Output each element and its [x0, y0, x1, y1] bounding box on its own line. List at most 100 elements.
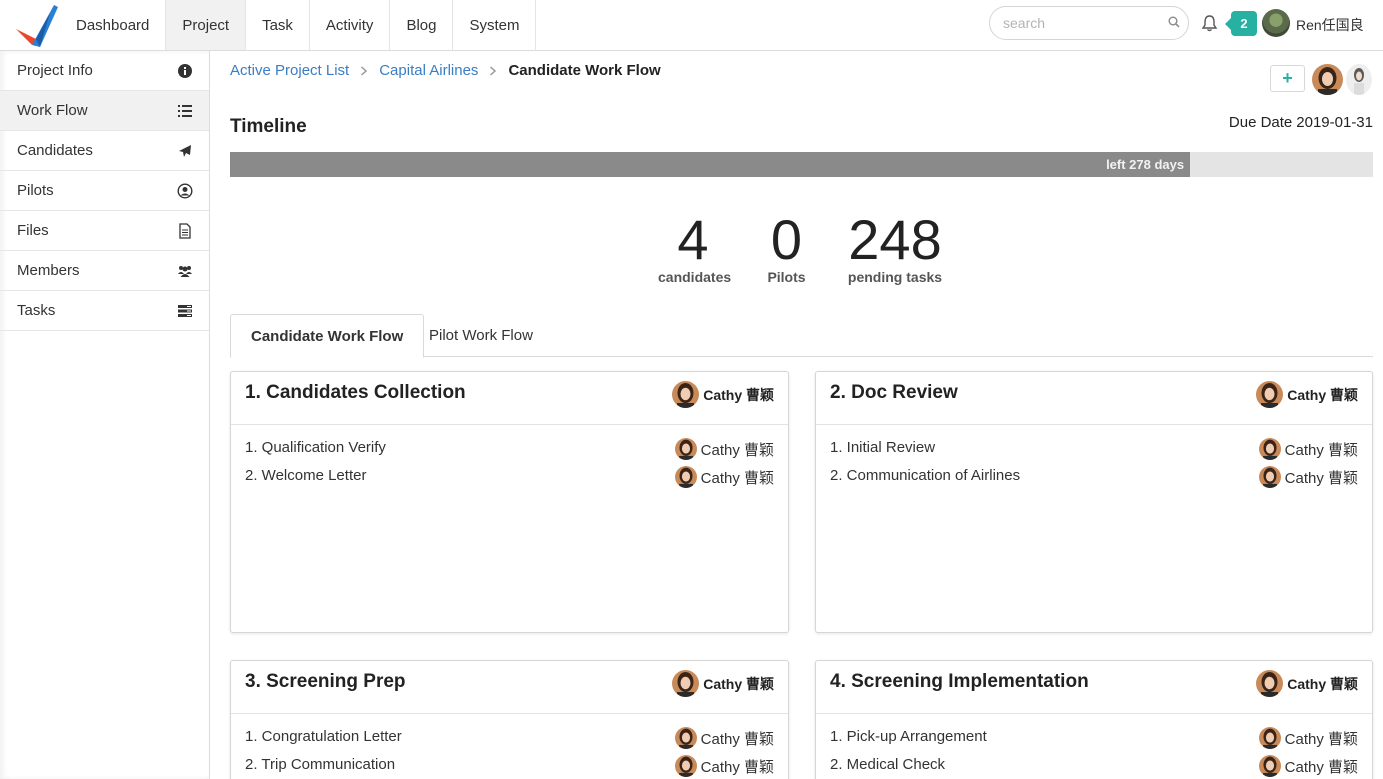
info-icon [178, 64, 192, 78]
nav-system[interactable]: System [453, 0, 537, 50]
task-label: 1. Congratulation Letter [245, 728, 402, 745]
owner-name: Cathy 曹颖 [1287, 386, 1358, 403]
avatar [1258, 438, 1281, 460]
card-title: 1. Candidates Collection [245, 382, 466, 403]
task-row[interactable]: 1. Congratulation Letter Cathy 曹颖 [231, 724, 788, 752]
sidebar-item-members[interactable]: Members [0, 251, 209, 291]
stat-value: 0 [770, 208, 803, 271]
tasks-icon [178, 305, 192, 317]
task-owner[interactable]: Cathy 曹颖 [1258, 438, 1358, 460]
breadcrumb-capital-airlines[interactable]: Capital Airlines [379, 62, 478, 79]
sidebar-item-label: Pilots [17, 182, 54, 199]
card-title: 3. Screening Prep [245, 671, 406, 692]
task-row[interactable]: 1. Pick-up Arrangement Cathy 曹颖 [816, 724, 1372, 752]
user-name[interactable]: Ren任国良 [1296, 15, 1364, 35]
avatar [1258, 466, 1281, 488]
card-owner[interactable]: Cathy 曹颖 [672, 670, 774, 697]
sidebar-item-label: Candidates [17, 142, 93, 159]
task-row[interactable]: 2. Communication of Airlines Cathy 曹颖 [816, 463, 1372, 491]
breadcrumb-current: Candidate Work Flow [508, 62, 661, 79]
task-row[interactable]: 2. Trip Communication Cathy 曹颖 [231, 752, 788, 779]
avatar [674, 466, 697, 488]
task-list: 1. Pick-up Arrangement Cathy 曹颖 2. Medic… [816, 714, 1372, 779]
member-avatar-image [1312, 64, 1343, 95]
workflow-card: 4. Screening Implementation Cathy 曹颖 1. … [815, 660, 1373, 779]
task-owner-name: Cathy 曹颖 [700, 730, 774, 748]
task-row[interactable]: 2. Medical Check Cathy 曹颖 [816, 752, 1372, 779]
nav-blog[interactable]: Blog [390, 0, 454, 50]
task-row[interactable]: 1. Initial Review Cathy 曹颖 [816, 435, 1372, 463]
nav-dashboard[interactable]: Dashboard [60, 0, 165, 50]
task-owner[interactable]: Cathy 曹颖 [1258, 755, 1358, 777]
task-owner[interactable]: Cathy 曹颖 [1258, 727, 1358, 749]
task-owner[interactable]: Cathy 曹颖 [1258, 466, 1358, 488]
add-member-button[interactable]: + [1270, 65, 1305, 92]
workflow-card: 3. Screening Prep Cathy 曹颖 1. Congratula… [230, 660, 789, 779]
chevron-right-icon [361, 65, 368, 76]
task-row[interactable]: 2. Welcome Letter Cathy 曹颖 [231, 463, 788, 491]
tab-pilot-work-flow[interactable]: Pilot Work Flow [409, 314, 553, 357]
nav-project[interactable]: Project [165, 0, 247, 50]
search-icon[interactable] [1168, 16, 1180, 28]
avatar [674, 727, 697, 749]
notification-badge[interactable]: 2 [1225, 11, 1257, 36]
avatar [672, 381, 700, 408]
task-owner-name: Cathy 曹颖 [1284, 441, 1358, 459]
sidebar: Project Info Work Flow Candidates Pilots… [0, 51, 210, 779]
airplane-icon [179, 145, 191, 157]
stat-label: Pilots [767, 269, 806, 285]
task-owner-name: Cathy 曹颖 [700, 758, 774, 776]
task-owner-name: Cathy 曹颖 [1284, 730, 1358, 748]
chevron-right-icon [490, 65, 497, 76]
task-label: 1. Qualification Verify [245, 439, 386, 456]
sidebar-item-label: Work Flow [17, 102, 88, 119]
stat-candidates: 4 candidates [658, 208, 731, 285]
task-row[interactable]: 1. Qualification Verify Cathy 曹颖 [231, 435, 788, 463]
avatar[interactable] [1312, 64, 1343, 95]
task-label: 1. Pick-up Arrangement [830, 728, 987, 745]
workflow-card: 1. Candidates Collection Cathy 曹颖 1. Qua… [230, 371, 789, 633]
card-owner[interactable]: Cathy 曹颖 [1256, 381, 1358, 408]
avatar[interactable] [1262, 9, 1290, 37]
nav-task[interactable]: Task [246, 0, 310, 50]
stat-pilots: 0 Pilots [758, 208, 815, 285]
due-date-value: 2019-01-31 [1296, 114, 1373, 131]
list-icon [178, 105, 192, 117]
timeline-title: Timeline [230, 116, 307, 137]
sidebar-item-work-flow[interactable]: Work Flow [0, 91, 209, 131]
sidebar-item-tasks[interactable]: Tasks [0, 291, 209, 331]
sidebar-item-files[interactable]: Files [0, 211, 209, 251]
sidebar-item-candidates[interactable]: Candidates [0, 131, 209, 171]
due-date: Due Date 2019-01-31 [1225, 114, 1373, 131]
logo-icon[interactable] [14, 3, 60, 47]
task-owner[interactable]: Cathy 曹颖 [674, 727, 774, 749]
sidebar-item-pilots[interactable]: Pilots [0, 171, 209, 211]
sidebar-item-label: Members [17, 262, 80, 279]
sidebar-item-label: Tasks [17, 302, 56, 319]
task-owner[interactable]: Cathy 曹颖 [674, 466, 774, 488]
main-nav: Dashboard Project Task Activity Blog Sys… [60, 0, 537, 50]
avatar[interactable] [1346, 64, 1372, 95]
card-header: 3. Screening Prep Cathy 曹颖 [231, 661, 788, 714]
stat-value: 4 [677, 208, 709, 271]
workflow-tabs: Candidate Work Flow Pilot Work Flow [230, 314, 1373, 358]
card-header: 4. Screening Implementation Cathy 曹颖 [816, 661, 1372, 714]
card-title: 2. Doc Review [830, 382, 958, 403]
task-owner[interactable]: Cathy 曹颖 [674, 438, 774, 460]
user-circle-icon [177, 183, 193, 199]
stat-value: 248 [848, 208, 942, 271]
task-label: 2. Welcome Letter [245, 467, 367, 484]
sidebar-item-project-info[interactable]: Project Info [0, 51, 209, 91]
card-title: 4. Screening Implementation [830, 671, 1089, 692]
task-owner[interactable]: Cathy 曹颖 [674, 755, 774, 777]
task-owner-name: Cathy 曹颖 [1284, 469, 1358, 487]
avatar [1256, 670, 1284, 697]
breadcrumb-active-project-list[interactable]: Active Project List [230, 62, 349, 79]
search-input[interactable] [1003, 14, 1163, 32]
tab-candidate-work-flow[interactable]: Candidate Work Flow [230, 314, 425, 358]
card-owner[interactable]: Cathy 曹颖 [1256, 670, 1358, 697]
timeline-progress-bar: left 278 days [230, 152, 1373, 177]
bell-icon[interactable] [1201, 14, 1218, 32]
card-owner[interactable]: Cathy 曹颖 [672, 381, 774, 408]
nav-activity[interactable]: Activity [310, 0, 391, 50]
